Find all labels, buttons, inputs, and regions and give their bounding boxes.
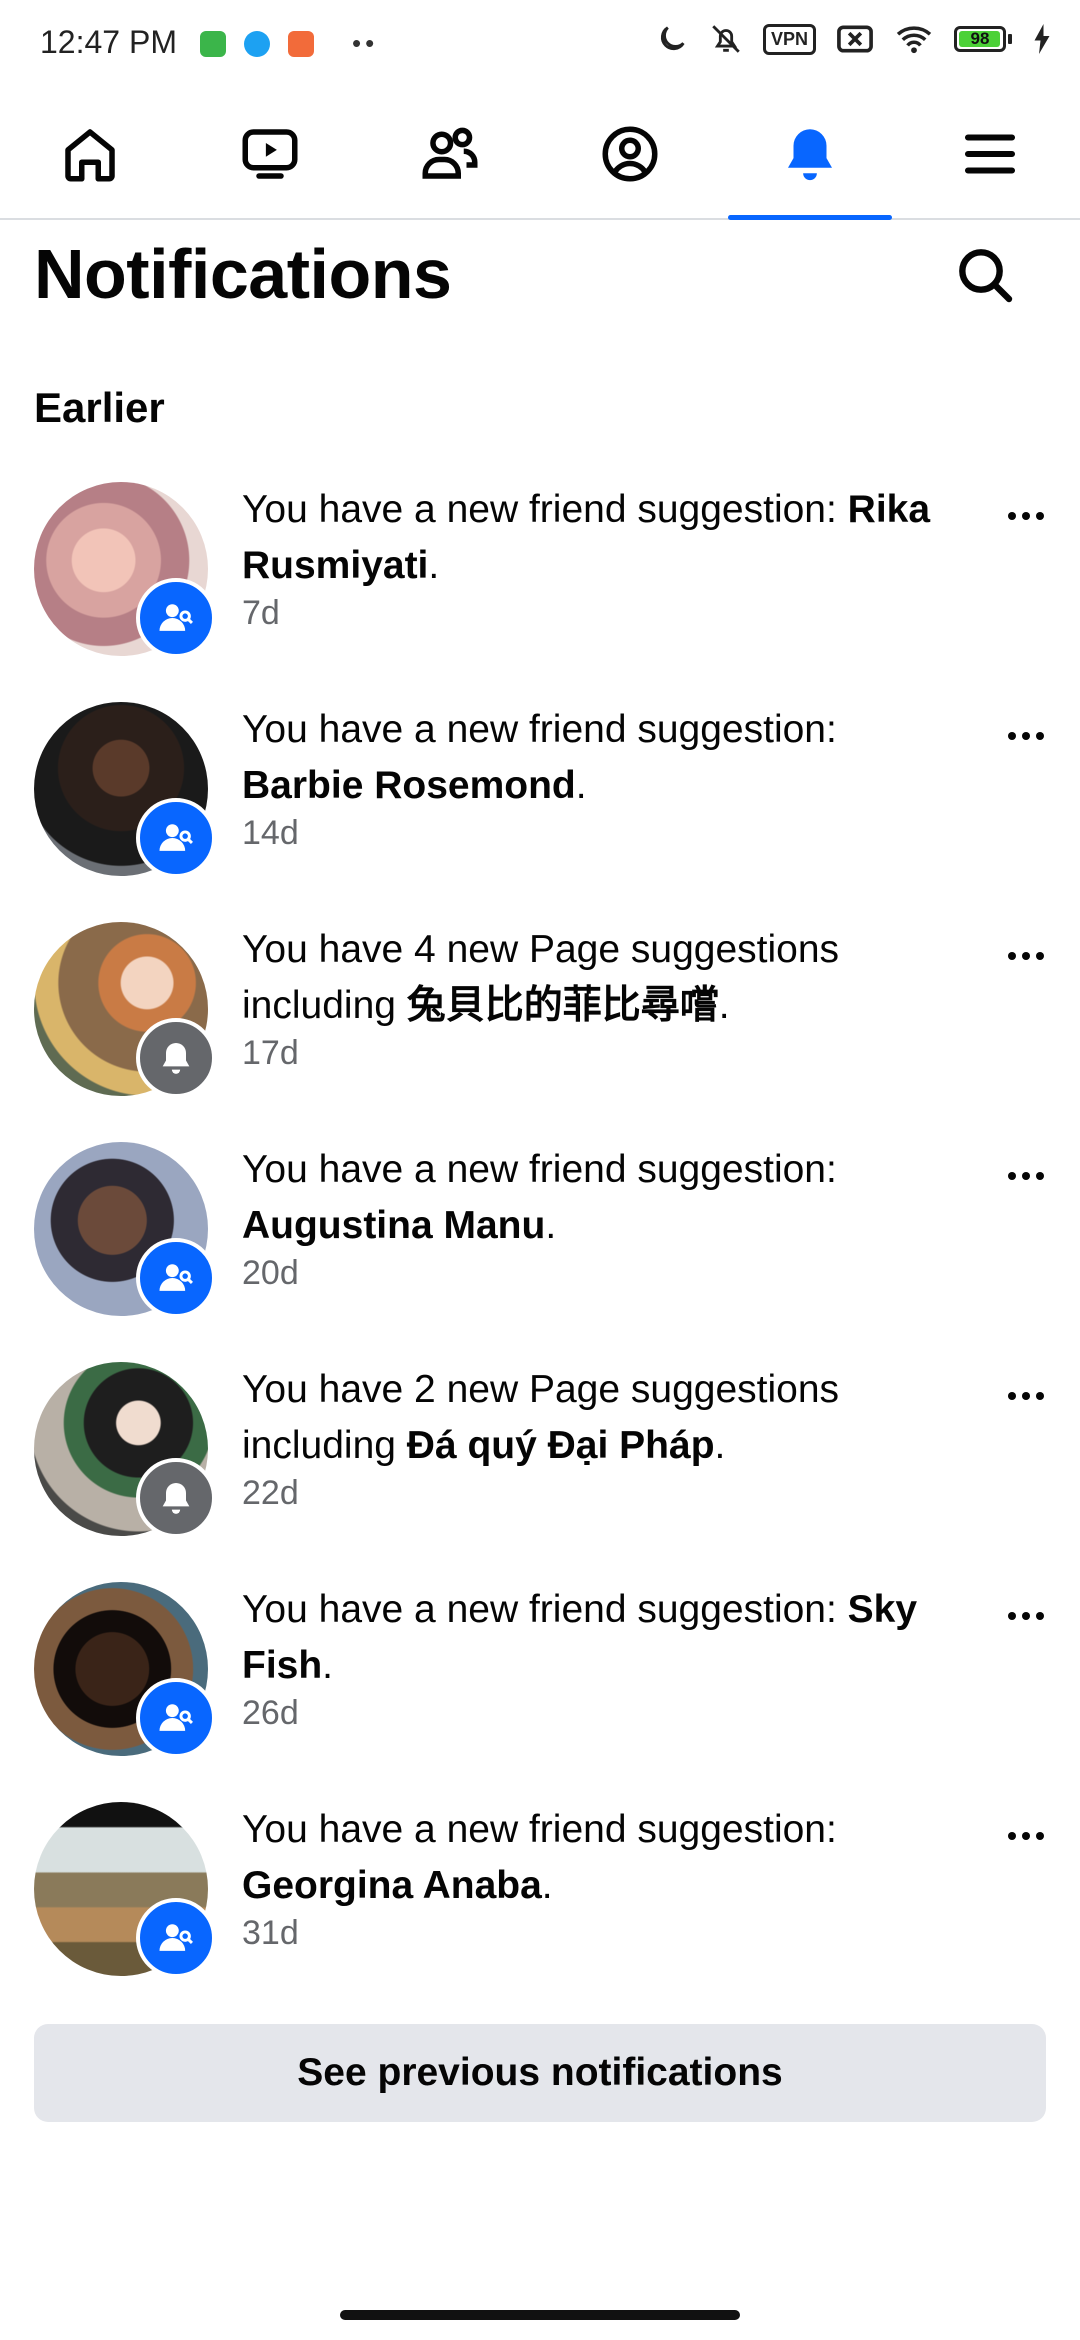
- charging-icon: [1034, 24, 1050, 54]
- notification-item[interactable]: You have a new friend suggestion: August…: [0, 1132, 1080, 1352]
- friend-suggestion-badge: [136, 1678, 216, 1758]
- tab-home[interactable]: [8, 90, 172, 218]
- friends-icon: [422, 127, 478, 179]
- more-options-button[interactable]: [996, 1376, 1056, 1416]
- tab-video[interactable]: [188, 90, 352, 218]
- notification-item[interactable]: You have a new friend suggestion: Rika R…: [0, 472, 1080, 692]
- more-options-button[interactable]: [996, 496, 1056, 536]
- more-options-button[interactable]: [996, 936, 1056, 976]
- notification-time: 22d: [242, 1474, 299, 1512]
- battery-level: 98: [970, 29, 990, 48]
- no-sim-icon: [837, 25, 873, 53]
- notification-item[interactable]: You have a new friend suggestion: Sky Fi…: [0, 1572, 1080, 1792]
- section-title-earlier: Earlier: [34, 384, 165, 431]
- menu-icon: [964, 134, 1016, 174]
- tab-profile[interactable]: [548, 90, 712, 218]
- notification-text: You have a new friend suggestion: August…: [242, 1148, 837, 1247]
- home-icon: [65, 129, 115, 182]
- shopping-bag-icon: [288, 30, 314, 57]
- bell-icon: [162, 1043, 190, 1074]
- tab-notifications[interactable]: [728, 90, 892, 220]
- notification-item[interactable]: You have 2 new Page suggestions includin…: [0, 1352, 1080, 1572]
- notification-text: You have a new friend suggestion: Georgi…: [242, 1808, 837, 1907]
- tab-menu[interactable]: [908, 90, 1072, 218]
- status-time: 12:47 PM: [40, 24, 177, 60]
- more-options-button[interactable]: [996, 1156, 1056, 1196]
- notification-item[interactable]: You have a new friend suggestion: Georgi…: [0, 1792, 1080, 2012]
- notification-text: You have a new friend suggestion: Rika R…: [242, 488, 931, 587]
- app-notification-icon: [244, 30, 270, 57]
- notification-text: You have a new friend suggestion: Sky Fi…: [242, 1588, 918, 1687]
- notification-time: 26d: [242, 1694, 299, 1732]
- more-options-button[interactable]: [996, 1816, 1056, 1856]
- notification-name: Georgina Anaba: [242, 1864, 542, 1907]
- search-icon: [959, 249, 1013, 303]
- see-previous-notifications-button[interactable]: See previous notifications: [34, 2024, 1046, 2122]
- more-options-button[interactable]: [996, 716, 1056, 756]
- bell-icon: [788, 129, 832, 181]
- notification-time: 17d: [242, 1034, 299, 1072]
- friend-suggestion-icon: [159, 604, 193, 631]
- page-title: Notifications: [34, 235, 452, 313]
- wifi-icon: [896, 26, 932, 54]
- notification-name: Augustina Manu: [242, 1204, 546, 1247]
- notification-name: 兔貝比的菲比尋嚐: [406, 984, 719, 1027]
- tab-friends[interactable]: [368, 90, 532, 218]
- notification-item[interactable]: You have 4 new Page suggestions includin…: [0, 912, 1080, 1132]
- notification-item[interactable]: You have a new friend suggestion: Barbie…: [0, 692, 1080, 912]
- notification-time: 31d: [242, 1914, 299, 1952]
- notification-text: You have a new friend suggestion: Barbie…: [242, 708, 837, 807]
- notification-name: Barbie Rosemond: [242, 764, 576, 807]
- battery-icon: 98: [954, 26, 1012, 52]
- notification-time: 7d: [242, 594, 280, 632]
- moon-icon: [660, 26, 685, 51]
- notification-text: You have 2 new Page suggestions includin…: [242, 1368, 840, 1467]
- app-notification-icon: [200, 30, 226, 57]
- profile-icon: [602, 126, 658, 182]
- status-app-icons: ••: [200, 28, 378, 59]
- notification-time: 14d: [242, 814, 299, 852]
- bell-off-icon: [712, 25, 740, 53]
- friend-suggestion-badge: [136, 1898, 216, 1978]
- friend-suggestion-badge: [136, 1238, 216, 1318]
- page-suggestion-badge: [136, 1458, 216, 1538]
- video-icon: [242, 129, 298, 179]
- friend-suggestion-icon: [159, 1924, 193, 1951]
- friend-suggestion-badge: [136, 578, 216, 658]
- vpn-icon: VPN: [762, 23, 816, 55]
- status-indicators: VPN 98: [655, 22, 1052, 56]
- friend-suggestion-icon: [159, 824, 193, 851]
- page-suggestion-badge: [136, 1018, 216, 1098]
- notification-text: You have 4 new Page suggestions includin…: [242, 928, 840, 1027]
- friend-suggestion-icon: [159, 1264, 193, 1291]
- more-options-button[interactable]: [996, 1596, 1056, 1636]
- notification-time: 20d: [242, 1254, 299, 1292]
- friend-suggestion-icon: [159, 1704, 193, 1731]
- friend-suggestion-badge: [136, 798, 216, 878]
- top-nav-bar: [0, 90, 1080, 220]
- more-notifications-icon: ••: [352, 28, 379, 58]
- notification-name: Đá quý Đại Pháp: [406, 1424, 715, 1467]
- search-button[interactable]: [950, 240, 1020, 310]
- status-bar: 12:47 PM •• VPN 98: [0, 0, 1080, 90]
- bell-icon: [162, 1483, 190, 1514]
- notification-list: You have a new friend suggestion: Rika R…: [0, 472, 1080, 2012]
- home-indicator[interactable]: [340, 2310, 740, 2320]
